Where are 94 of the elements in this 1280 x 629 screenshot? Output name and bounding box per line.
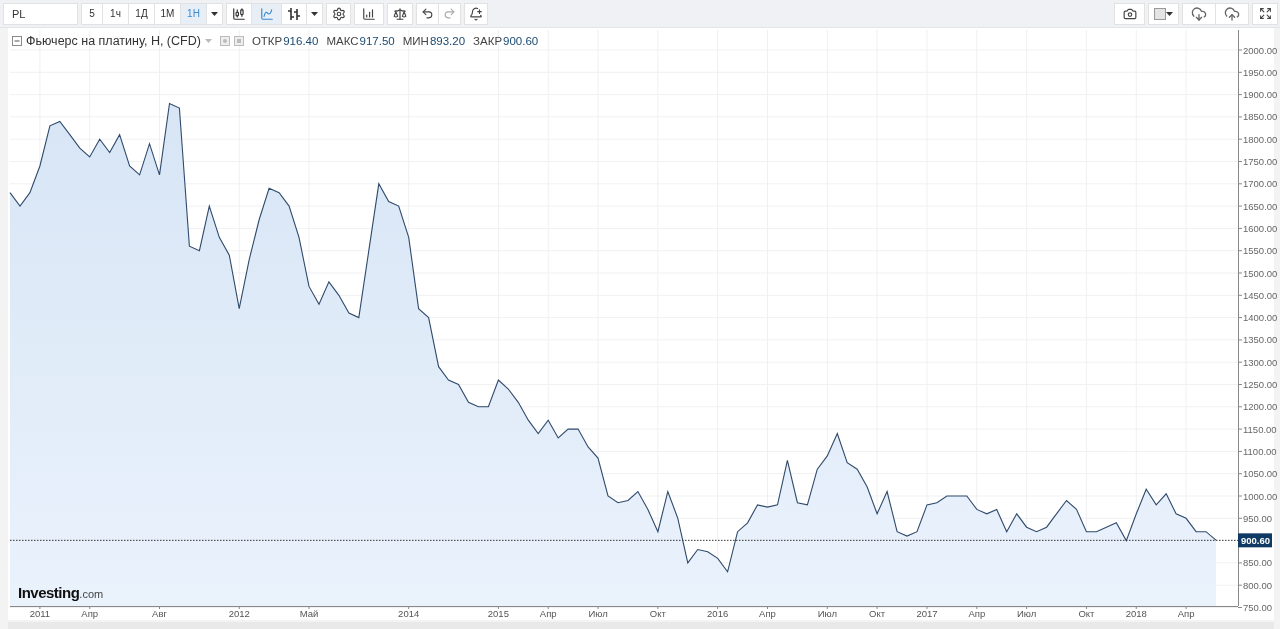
axis-label: 1600.00 [1243,222,1278,234]
stat-value: 916.40 [283,35,319,47]
axis-label: Окт [649,608,666,619]
axis-label: 1650.00 [1243,200,1278,212]
interval-button[interactable]: 1ч [102,2,129,25]
caret-icon [1166,11,1173,16]
cloud-download-icon [1191,5,1207,22]
line-chart-icon [259,6,274,21]
axis-label: 1550.00 [1243,245,1278,257]
axis-label: 1500.00 [1243,267,1278,279]
axis-label: 2018 [1125,608,1147,619]
axis-label: 2014 [398,608,420,619]
candlestick-icon [232,6,246,21]
axis-label: 1400.00 [1243,312,1278,324]
interval-button[interactable]: 1Д [128,2,155,25]
axis-label: Апр [1177,608,1195,619]
cloud-upload-icon [1224,5,1240,22]
axis-label: 1950.00 [1243,66,1278,78]
axis-label: 1750.00 [1243,156,1278,167]
axis-label: 1800.00 [1243,133,1278,145]
axis-label: 1300.00 [1243,356,1278,368]
stat-value: 917.50 [359,35,395,47]
axis-label: Апр [759,608,776,619]
compare-button[interactable] [387,2,413,25]
stat-label: ОТКР [251,35,283,47]
axis-label: 850.00 [1243,557,1273,569]
collapse-icon[interactable] [12,36,22,46]
axis-label: 2015 [487,608,509,619]
axis-label: Май [299,608,319,619]
stat-label: ЗАКР [473,35,503,47]
caret-icon [311,11,318,16]
axis-label: 1900.00 [1243,89,1278,101]
axis-label: Июл [817,608,837,619]
dropdown-button[interactable] [306,2,323,25]
interval-button[interactable]: 5 [81,2,103,25]
interval-button[interactable]: 1М [154,2,181,25]
axis-label: Июл [588,608,608,619]
scale-icon [393,6,407,21]
axis-label: Окт [869,608,886,619]
stat-label: МАКС [326,35,359,47]
axis-label: Июл [1017,608,1037,619]
settings-button[interactable] [326,2,351,25]
symbol-field[interactable]: PL [3,2,78,25]
undo-icon [421,7,434,20]
fullscreen-button[interactable] [1252,2,1278,25]
axis-label: 2000.00 [1243,44,1278,56]
axis-label: 750.00 [1243,602,1273,613]
axis-label: 1700.00 [1243,178,1278,190]
axis-label: Апр [968,608,986,619]
axis-label: 1350.00 [1243,334,1278,346]
caret-icon [211,11,218,16]
axis-label: 800.00 [1243,579,1273,591]
undo-button[interactable] [416,2,439,25]
load-button[interactable] [1182,2,1216,25]
stat-label: МИН [402,35,429,47]
column-chart-icon [362,6,376,21]
logo-suffix: .com [79,588,104,600]
dropdown-button[interactable] [206,2,223,25]
alert-button[interactable] [464,2,488,25]
indicators-button[interactable] [354,2,384,25]
axis-label: 2017 [916,608,938,619]
stat-value: 900.60 [503,35,539,47]
color-button[interactable] [1148,2,1179,25]
axis-label: Окт [1078,608,1095,619]
chart-type-button[interactable] [281,2,307,25]
redo-icon [443,7,456,20]
axis-label: Авг [152,608,167,619]
axis-label: 1150.00 [1243,423,1277,435]
stat-value: 893.20 [429,35,466,47]
axis-label: 950.00 [1243,512,1273,524]
instrument-title: Фьючерс на платину, Н, (CFD) [26,34,201,48]
chart-type-button[interactable] [226,2,252,25]
axis-label: 1050.00 [1243,468,1278,480]
axis-label: 1100.00 [1243,445,1277,457]
camera-icon [1122,6,1137,21]
axis-label: 2012 [228,608,250,619]
color-swatch-icon [1154,7,1166,20]
axis-label: 1200.00 [1243,401,1278,413]
axis-label: 1850.00 [1243,111,1278,123]
fullscreen-icon [1258,7,1272,20]
axis-label: 2016 [707,608,729,619]
axis-label: 1000.00 [1243,490,1278,502]
axis-label: 1250.00 [1243,379,1278,390]
snapshot-button[interactable] [1114,2,1145,25]
axis-label: Апр [539,608,557,619]
save-button[interactable] [1215,2,1249,25]
bell-icon [469,6,483,21]
axis-label: Апр [81,608,99,619]
bar-chart-icon [287,6,301,21]
logo-name: Investing [18,584,80,601]
price-marker: 900.60 [1238,533,1272,548]
settings-icon [331,6,346,21]
axis-label: 2011 [29,608,51,619]
axis-label: 1450.00 [1243,289,1278,301]
